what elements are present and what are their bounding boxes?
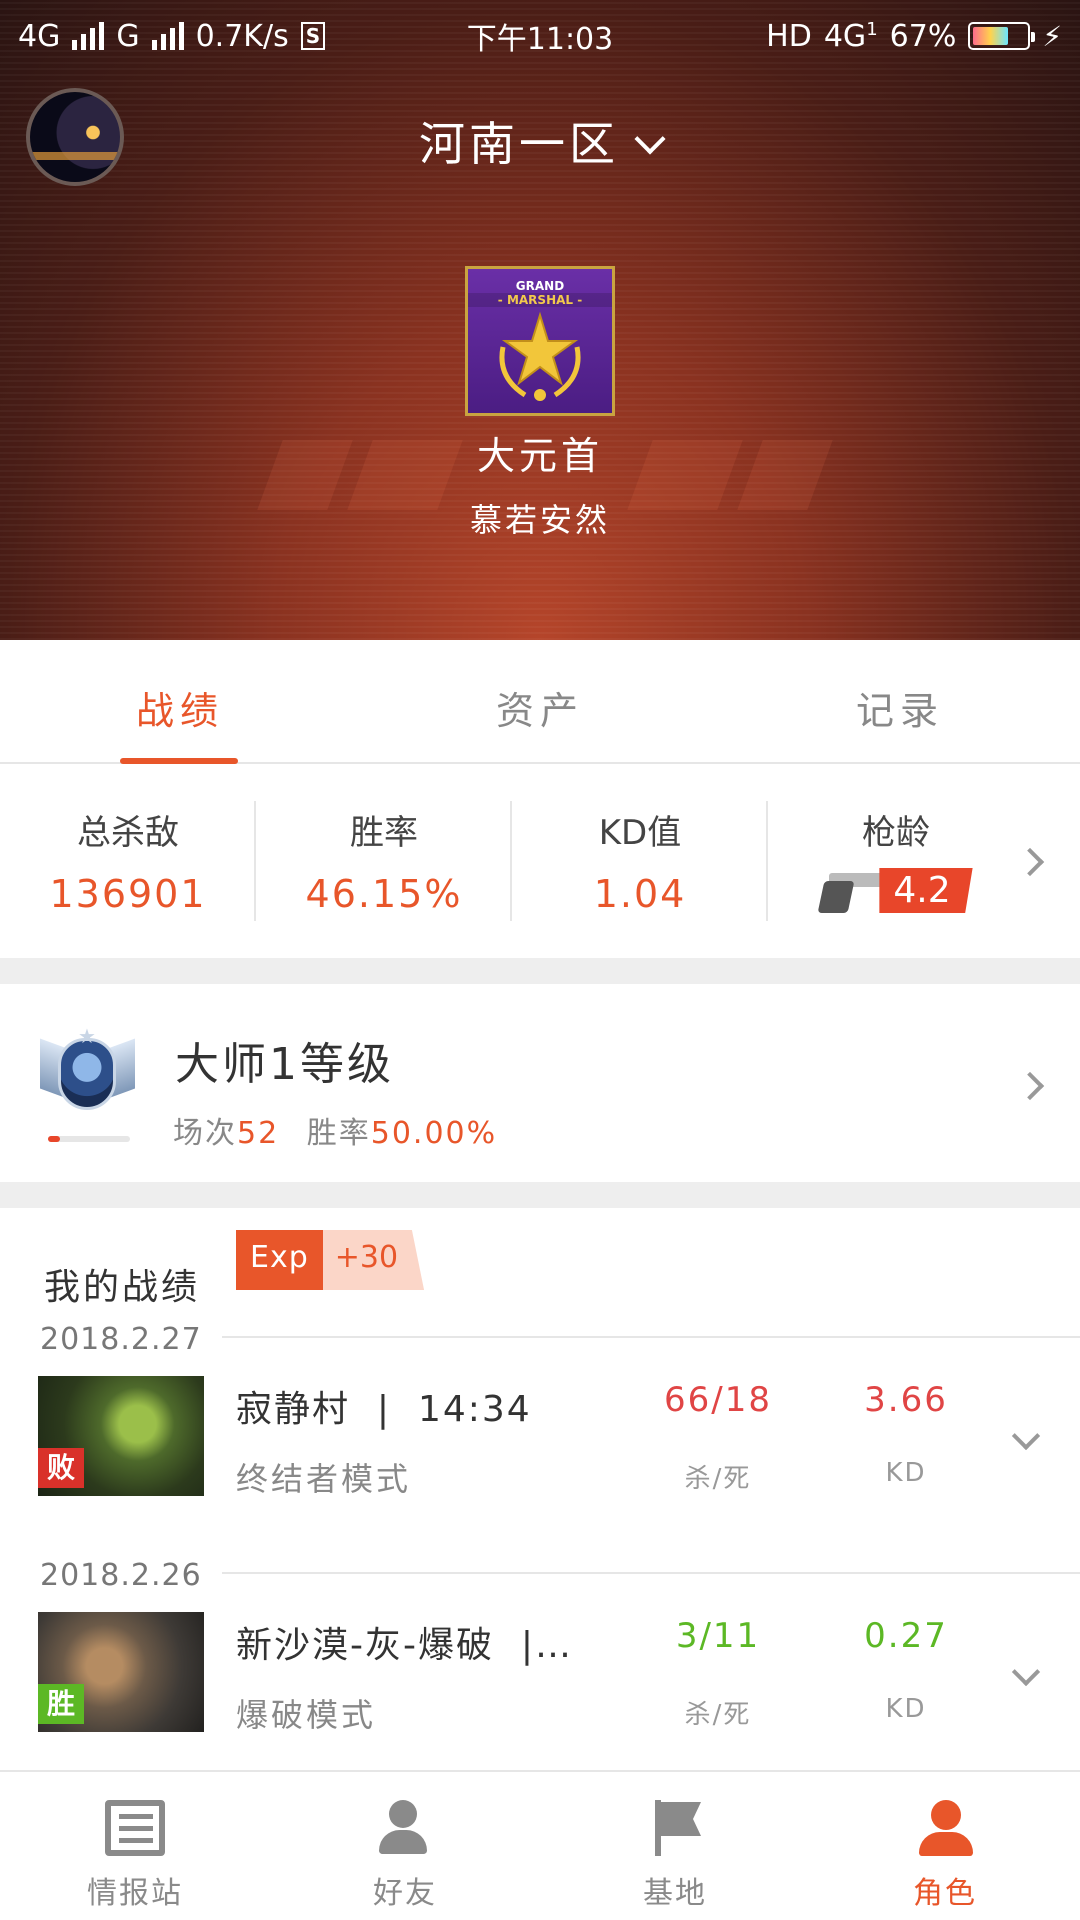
hd-label: HD — [766, 18, 812, 54]
chevron-right-icon[interactable] — [1015, 1071, 1045, 1101]
signal-icon — [72, 22, 105, 50]
kd-label: KD — [885, 1458, 927, 1488]
section-divider — [0, 1182, 1080, 1208]
tab-assets[interactable]: 资产 — [360, 640, 720, 762]
match-row[interactable]: 胜 新沙漠-灰-爆破 |… 爆破模式 3/11 杀/死 0.27 KD — [0, 1612, 1080, 1752]
rank-badge-text: GRAND — [515, 279, 565, 293]
stat-value: 136901 — [49, 872, 207, 916]
network-4g-label: 4G1 — [823, 18, 878, 54]
chevron-down-icon[interactable] — [1011, 1657, 1041, 1687]
match-row[interactable]: 败 寂静村 | 14:34 终结者模式 66/18 杀/死 3.66 KD — [0, 1376, 1080, 1516]
match-title: 新沙漠-灰-爆破 |… — [236, 1625, 574, 1666]
result-badge: 胜 — [38, 1684, 84, 1724]
nav-label: 好友 — [373, 1876, 437, 1911]
match-title: 寂静村 | 14:34 — [236, 1389, 532, 1430]
kill-death-count: 66/18 — [664, 1380, 772, 1420]
kd-label: KD — [885, 1694, 927, 1724]
match-mode: 终结者模式 — [236, 1460, 412, 1498]
stat-gun-age: 枪龄 4.2 — [768, 801, 1024, 921]
s-icon: S — [300, 22, 326, 50]
bottom-nav: 情报站 好友 基地 角色 — [0, 1770, 1080, 1920]
rank-badge-text: - MARSHAL - — [468, 293, 612, 307]
stat-label: 枪龄 — [862, 813, 930, 853]
section-divider — [0, 958, 1080, 984]
nav-label: 角色 — [913, 1876, 977, 1911]
role-icon — [915, 1800, 975, 1856]
flag-icon — [645, 1800, 705, 1856]
stat-label: 胜率 — [350, 813, 418, 853]
map-thumbnail: 胜 — [38, 1612, 204, 1732]
tab-bar: 战绩 资产 记录 — [0, 640, 1080, 764]
stat-label: 总杀敌 — [77, 813, 179, 853]
exp-label: Exp — [236, 1230, 323, 1290]
rank-badge: GRAND - MARSHAL - — [465, 266, 615, 416]
network-label: G — [116, 18, 140, 54]
chevron-down-icon[interactable] — [1011, 1421, 1041, 1451]
star-medal-icon — [499, 311, 581, 401]
charging-icon: ⚡ — [1042, 19, 1062, 53]
master-rank-icon: ★ — [40, 1024, 135, 1124]
stat-kd: KD值 1.04 — [512, 801, 768, 921]
kd-value: 3.66 — [864, 1380, 948, 1420]
level-card[interactable]: ★ — [0, 986, 1080, 1182]
server-selector[interactable]: 河南一区 — [0, 108, 1080, 174]
nav-role[interactable]: 角色 — [810, 1772, 1080, 1920]
rank-name: 大元首 — [476, 434, 603, 478]
level-summary: 场次52 胜率50.00% — [173, 1116, 498, 1151]
nav-label: 基地 — [643, 1876, 707, 1911]
exp-badge: Exp +30 — [236, 1230, 425, 1290]
kill-death-label: 杀/死 — [684, 1700, 752, 1730]
player-name: 慕若安然 — [469, 501, 610, 539]
match-date: 2018.2.26 — [40, 1558, 202, 1593]
divider — [222, 1336, 1080, 1338]
nav-friends[interactable]: 好友 — [270, 1772, 540, 1920]
battery-percent: 67% — [889, 18, 957, 54]
kill-death-label: 杀/死 — [684, 1464, 752, 1494]
result-badge: 败 — [38, 1448, 84, 1488]
stats-row[interactable]: 总杀敌 136901 胜率 46.15% KD值 1.04 枪龄 4.2 — [0, 766, 1080, 956]
nav-base[interactable]: 基地 — [540, 1772, 810, 1920]
kd-value: 0.27 — [864, 1616, 948, 1656]
nav-label: 情报站 — [87, 1876, 183, 1911]
gun-age-value: 4.2 — [879, 868, 973, 913]
friend-icon — [375, 1800, 435, 1856]
exp-value: +30 — [322, 1230, 425, 1290]
map-thumbnail: 败 — [38, 1376, 204, 1496]
nav-news[interactable]: 情报站 — [0, 1772, 270, 1920]
chevron-down-icon — [634, 123, 666, 155]
stat-value: 46.15% — [305, 872, 463, 916]
tab-history[interactable]: 记录 — [720, 640, 1080, 762]
kill-death-count: 3/11 — [675, 1616, 761, 1656]
match-date: 2018.2.27 — [40, 1322, 202, 1357]
tab-record[interactable]: 战绩 — [0, 640, 360, 764]
news-icon — [105, 1800, 165, 1856]
profile-banner: 4G G 0.7K/s S 下午11:03 HD 4G1 67% ⚡ 河南一区 … — [0, 0, 1080, 640]
divider — [222, 1572, 1080, 1574]
stat-value: 1.04 — [593, 872, 687, 916]
stat-win-rate: 胜率 46.15% — [256, 801, 512, 921]
battery-icon — [968, 22, 1036, 50]
stat-total-kills: 总杀敌 136901 — [0, 801, 256, 921]
match-mode: 爆破模式 — [236, 1696, 377, 1734]
level-title: 大师1等级 — [175, 1039, 394, 1090]
level-progress-bar — [48, 1136, 130, 1142]
network-label: 4G — [18, 18, 61, 54]
stat-label: KD值 — [598, 813, 682, 853]
server-name: 河南一区 — [419, 117, 619, 171]
network-speed: 0.7K/s — [195, 18, 289, 54]
pistol-icon — [817, 869, 890, 913]
section-title: 我的战绩 — [44, 1267, 201, 1308]
status-bar: 4G G 0.7K/s S 下午11:03 HD 4G1 67% ⚡ — [0, 0, 1080, 72]
signal-icon — [151, 22, 184, 50]
